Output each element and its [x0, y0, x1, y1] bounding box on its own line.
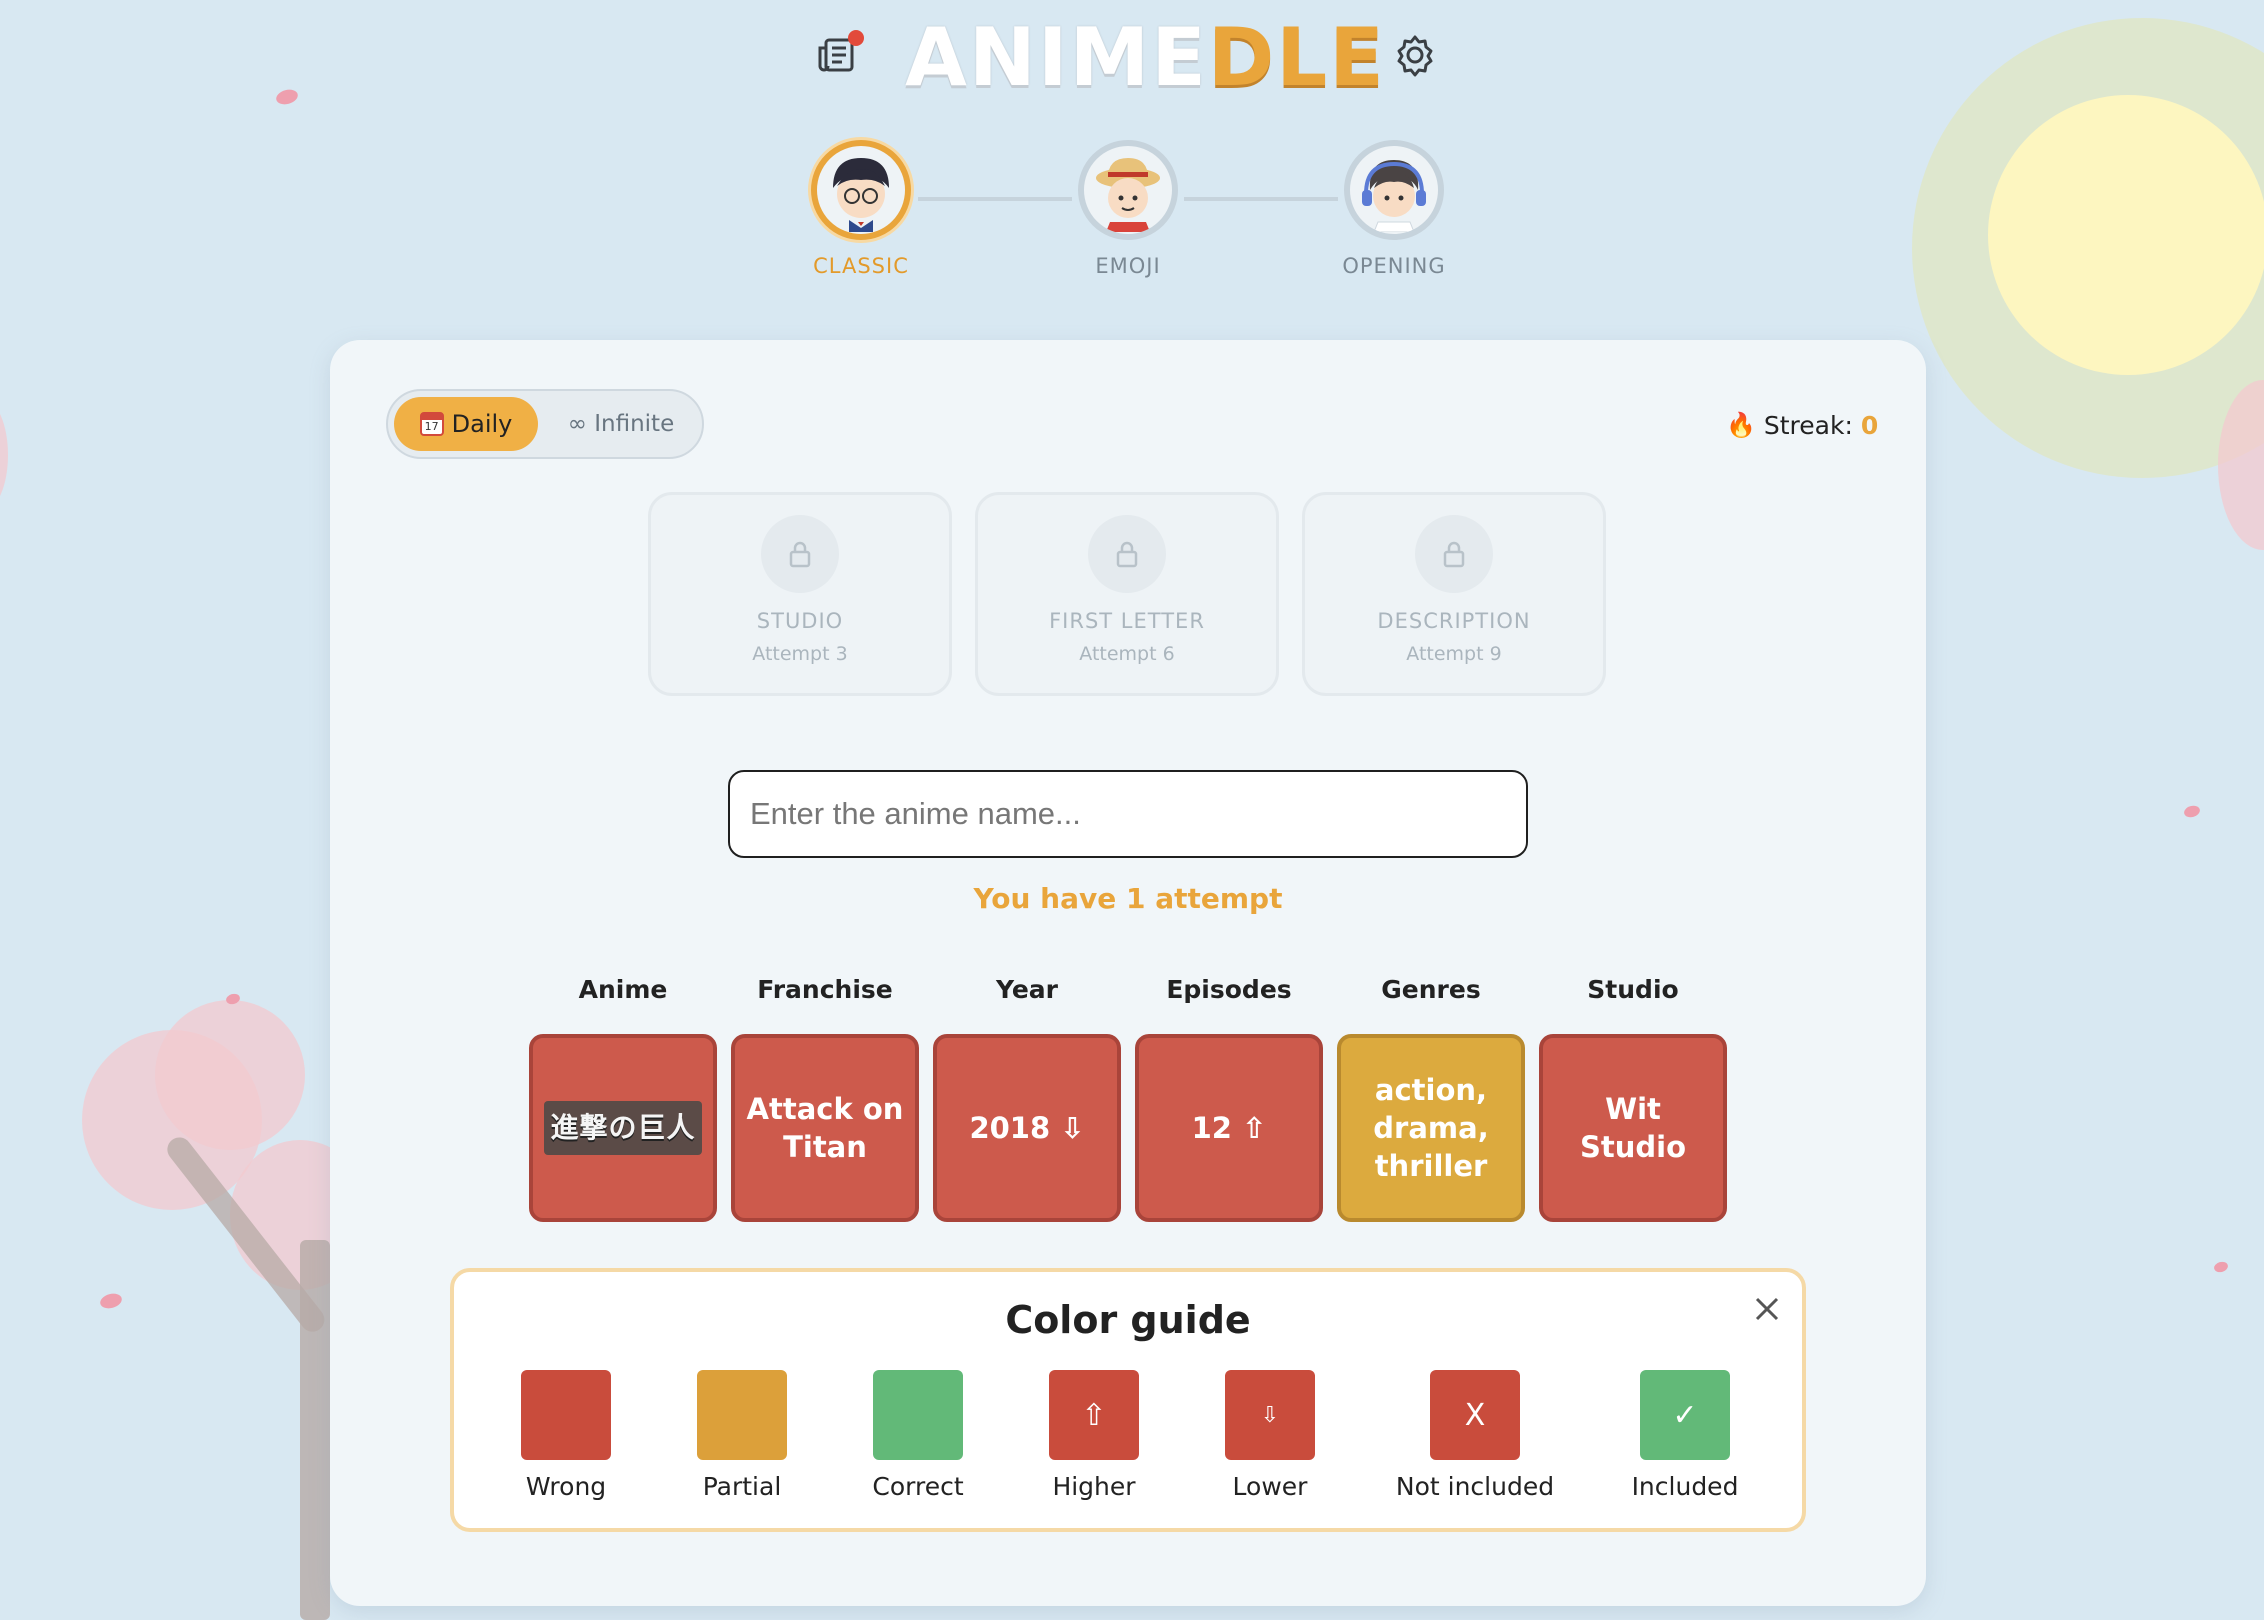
calendar-icon: 17 [419, 412, 444, 436]
swatch-label: Not included [1395, 1472, 1555, 1501]
fire-icon: 🔥 [1726, 411, 1756, 439]
petal-decoration [2212, 1260, 2230, 1274]
guess-cell-episodes: 12 ⇧ [1135, 1034, 1323, 1222]
streak-counter: 🔥 Streak: 0 [1726, 405, 1878, 445]
column-header-genres: Genres [1381, 975, 1481, 1004]
swatch-label: Partial [702, 1472, 782, 1501]
gear-icon [1397, 35, 1433, 77]
hint-title: DESCRIPTION [1377, 609, 1531, 633]
lock-icon [761, 515, 839, 593]
swatch-wrong [521, 1370, 611, 1460]
logo-text-anime: ANIME [905, 10, 1208, 104]
notification-dot [848, 30, 864, 46]
streak-value: 0 [1860, 410, 1879, 440]
streak-label: Streak: [1763, 410, 1853, 440]
swatch-higher: ⇧ [1049, 1370, 1139, 1460]
hint-title: STUDIO [756, 609, 844, 633]
daily-label: Daily [451, 410, 513, 438]
infinite-button[interactable]: ∞ Infinite [548, 397, 694, 451]
guess-cell-studio: Wit Studio [1539, 1034, 1727, 1222]
guess-cell-year: 2018 ⇩ [933, 1034, 1121, 1222]
blossom-decoration [155, 1000, 305, 1150]
anime-search-input[interactable] [728, 770, 1528, 858]
swatch-label: Lower [1232, 1472, 1308, 1501]
column-header-episodes: Episodes [1166, 975, 1292, 1004]
anime-logo-image: 進撃の巨人 [544, 1101, 702, 1155]
guess-cell-anime: 進撃の巨人 [529, 1034, 717, 1222]
lock-icon [1415, 515, 1493, 593]
swatch-label: Wrong [525, 1472, 607, 1501]
app-logo: ANIME DLE [905, 10, 1386, 104]
mode-emoji[interactable]: EMOJI [1048, 140, 1208, 278]
attempts-remaining: You have 1 attempt [973, 882, 1283, 915]
infinite-label: ∞ Infinite [567, 411, 675, 437]
hint-attempt: Attempt 9 [1406, 643, 1502, 665]
logo-text-dle: DLE [1207, 10, 1386, 104]
petal-decoration [2182, 804, 2202, 819]
opening-avatar-icon [1344, 140, 1444, 240]
petal-decoration [274, 87, 300, 107]
column-header-anime: Anime [578, 975, 668, 1004]
close-icon [1755, 1297, 1779, 1321]
swatch-lower: ⇩ [1225, 1370, 1315, 1460]
guess-cell-franchise: Attack on Titan [731, 1034, 919, 1222]
color-guide-title: Color guide [1005, 1298, 1251, 1342]
mode-label: CLASSIC [813, 254, 909, 278]
sun-decoration [1988, 95, 2264, 375]
daily-button[interactable]: 17 Daily [394, 397, 538, 451]
mode-label: OPENING [1342, 254, 1446, 278]
petal-decoration [98, 1291, 124, 1311]
swatch-label: Included [1631, 1472, 1739, 1501]
emoji-avatar-icon [1078, 140, 1178, 240]
hint-attempt: Attempt 3 [752, 643, 848, 665]
hint-attempt: Attempt 6 [1079, 643, 1175, 665]
mode-opening[interactable]: OPENING [1314, 140, 1474, 278]
classic-avatar-icon [811, 140, 911, 240]
mode-classic[interactable]: CLASSIC [781, 140, 941, 278]
hint-first-letter[interactable]: FIRST LETTER Attempt 6 [975, 492, 1279, 696]
hint-studio[interactable]: STUDIO Attempt 3 [648, 492, 952, 696]
swatch-partial [697, 1370, 787, 1460]
swatch-label: Higher [1052, 1472, 1136, 1501]
swatch-not-included: X [1430, 1370, 1520, 1460]
tree-trunk-decoration [300, 1240, 330, 1620]
blossom-decoration [0, 400, 8, 510]
hint-title: FIRST LETTER [1049, 609, 1205, 633]
swatch-label: Correct [872, 1472, 964, 1501]
mode-label: EMOJI [1095, 254, 1161, 278]
column-header-year: Year [996, 975, 1058, 1004]
column-header-franchise: Franchise [757, 975, 893, 1004]
hint-description[interactable]: DESCRIPTION Attempt 9 [1302, 492, 1606, 696]
close-guide-button[interactable] [1750, 1292, 1784, 1326]
guess-cell-genres: action, drama, thriller [1337, 1034, 1525, 1222]
lock-icon [1088, 515, 1166, 593]
swatch-correct [873, 1370, 963, 1460]
settings-button[interactable] [1392, 32, 1438, 78]
swatch-included: ✓ [1640, 1370, 1730, 1460]
column-header-studio: Studio [1587, 975, 1679, 1004]
